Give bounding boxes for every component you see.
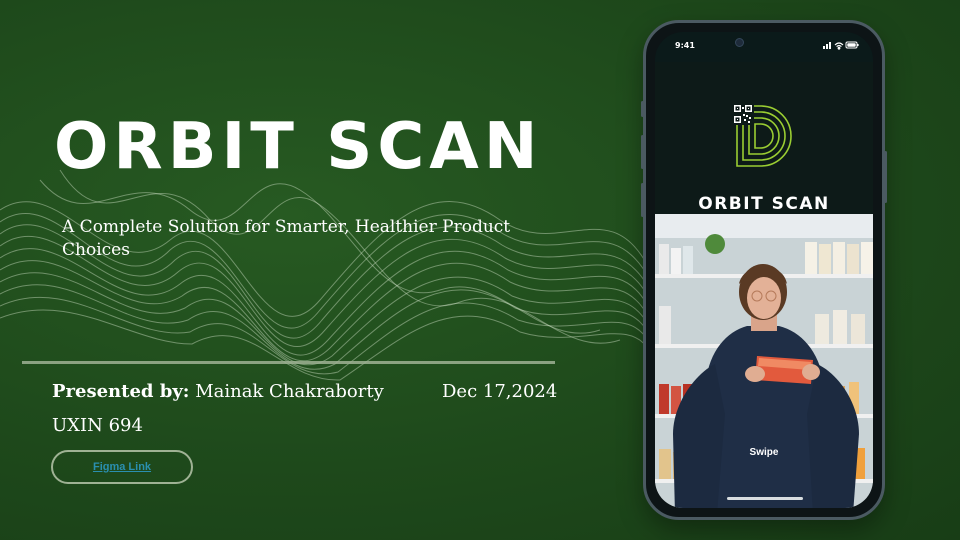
app-name: ORBIT SCAN [698,194,830,214]
phone-screen: 9:41 ORBIT SCAN Swipe [655,32,873,508]
presenter-line: Presented by: Mainak Chakraborty [52,381,384,402]
course-code: UXIN 694 [52,415,143,436]
presentation-date: Dec 17,2024 [442,381,558,402]
phone-side-button [641,101,644,117]
battery-icon [845,41,859,49]
home-indicator [727,497,803,500]
phone-side-button [641,135,644,169]
camera-icon [735,38,744,47]
presenter-label: Presented by: [52,381,190,402]
divider [22,361,555,364]
status-icons [823,41,859,50]
hero-photo [655,214,873,508]
decorative-waves [0,169,650,381]
presentation-title: ORBIT SCAN [54,110,543,184]
orbit-scan-logo-icon [732,103,792,167]
swipe-label[interactable]: Swipe [655,447,873,458]
presentation-subtitle: A Complete Solution for Smarter, Healthi… [62,217,511,260]
wifi-icon [834,42,844,50]
phone-side-button [884,151,887,203]
phone-side-button [641,183,644,217]
presenter-name: Mainak Chakraborty [195,381,384,402]
status-time: 9:41 [675,41,695,50]
status-bar: 9:41 [655,32,873,62]
slide: ORBIT SCAN A Complete Solution for Smart… [0,0,960,540]
figma-link-button[interactable]: Figma Link [51,450,193,484]
phone-mockup: 9:41 ORBIT SCAN Swipe [641,20,887,520]
signal-icon [823,42,831,49]
